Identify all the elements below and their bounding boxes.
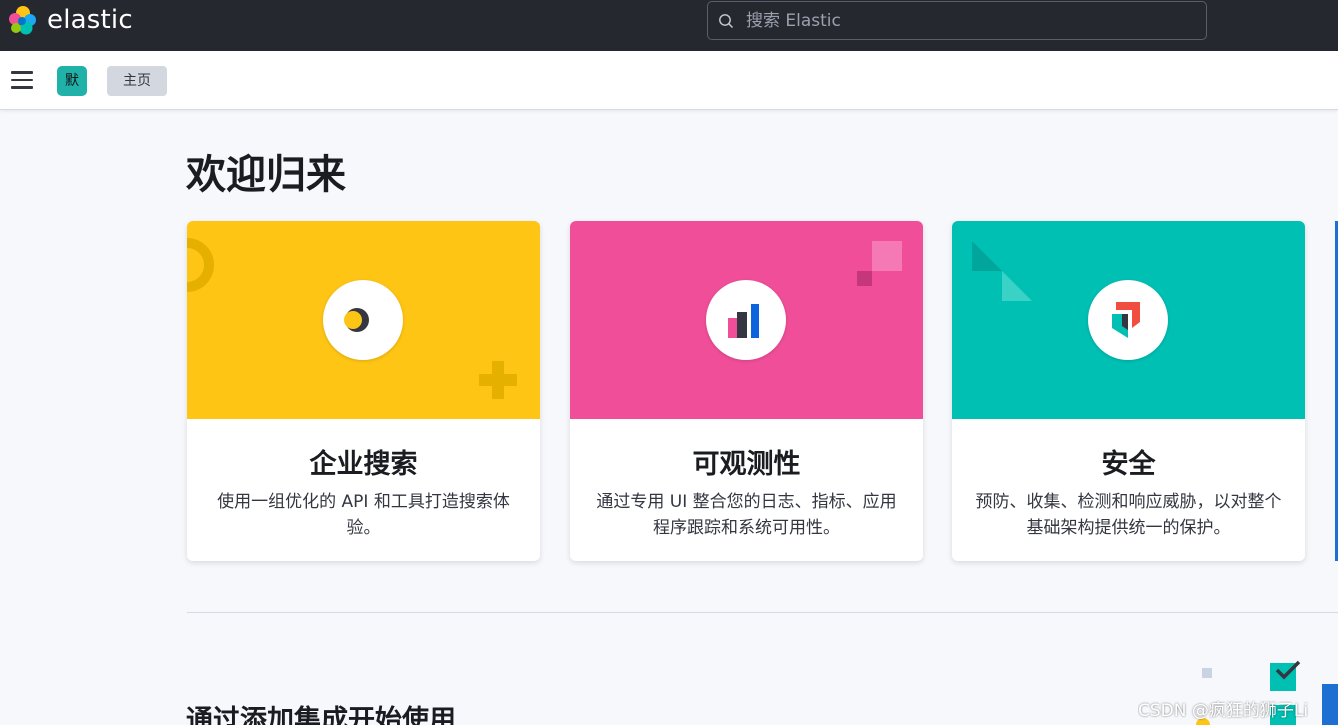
observability-logo-icon	[706, 280, 786, 360]
space-avatar[interactable]: 默	[57, 66, 87, 96]
breadcrumb-home[interactable]: 主页	[107, 66, 167, 96]
section-divider	[187, 612, 1338, 613]
top-header: elastic	[0, 0, 1338, 51]
hamburger-menu-icon[interactable]	[11, 71, 33, 89]
sub-header: 默 主页	[0, 51, 1338, 110]
watermark: CSDN @疯狂的狮子Li	[1138, 701, 1309, 721]
card-description: 使用一组优化的 API 和工具打造搜索体验。	[217, 492, 510, 538]
card-security[interactable]: 安全 预防、收集、检测和响应威胁，以对整个基础架构提供统一的保护。	[952, 221, 1305, 561]
card-title: 可观测性	[692, 449, 801, 480]
card-observability[interactable]: 可观测性 通过专用 UI 整合您的日志、指标、应用程序跟踪和系统可用性。	[570, 221, 923, 561]
card-banner	[952, 221, 1305, 419]
card-enterprise-search[interactable]: 企业搜索 使用一组优化的 API 和工具打造搜索体验。	[187, 221, 540, 561]
decorative-square	[1202, 668, 1212, 678]
global-search[interactable]	[707, 1, 1207, 40]
enterprise-search-logo-icon	[323, 280, 403, 360]
checkmark-icon	[1275, 660, 1301, 680]
search-icon	[719, 14, 733, 28]
card-title: 企业搜索	[309, 449, 418, 480]
search-input[interactable]	[746, 2, 1196, 39]
security-logo-icon	[1088, 280, 1168, 360]
brand-name[interactable]: elastic	[47, 5, 133, 35]
card-title: 安全	[1101, 449, 1156, 480]
elastic-logo-icon[interactable]	[6, 4, 38, 36]
page-title: 欢迎归来	[186, 152, 346, 198]
section-title: 通过添加集成开始使用	[186, 705, 456, 725]
card-banner	[570, 221, 923, 419]
card-banner	[187, 221, 540, 419]
card-description: 通过专用 UI 整合您的日志、指标、应用程序跟踪和系统可用性。	[596, 492, 897, 538]
card-description: 预防、收集、检测和响应威胁，以对整个基础架构提供统一的保护。	[975, 492, 1282, 538]
